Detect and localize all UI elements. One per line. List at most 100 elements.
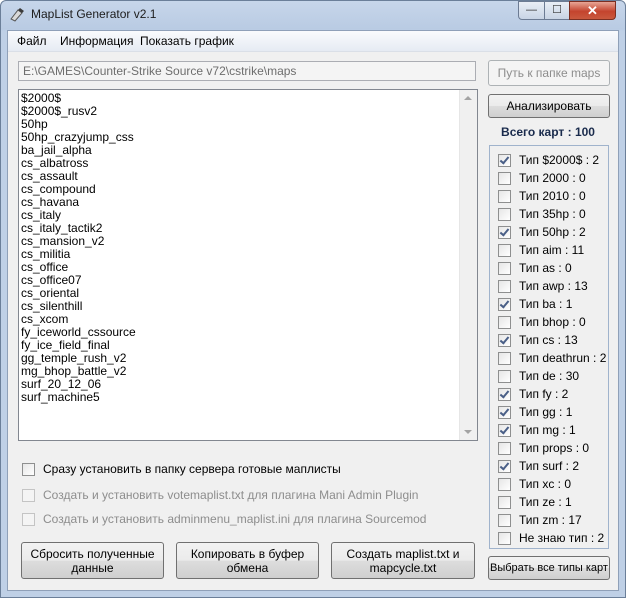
checkbox[interactable] xyxy=(498,225,511,239)
option-install-to-server[interactable]: Сразу установить в папку сервера готовые… xyxy=(22,462,341,476)
menu-file[interactable]: Файл xyxy=(17,34,47,48)
select-all-types-button[interactable]: Выбрать все типы карт xyxy=(488,556,610,580)
checkbox[interactable] xyxy=(498,279,511,293)
checkbox[interactable] xyxy=(498,261,511,275)
checkbox[interactable] xyxy=(498,171,511,185)
close-button[interactable]: ✕ xyxy=(569,1,616,20)
checkbox[interactable] xyxy=(498,369,511,383)
maps-path-field[interactable]: E:\GAMES\Counter-Strike Source v72\cstri… xyxy=(18,61,476,81)
analyze-button[interactable]: Анализировать xyxy=(488,94,610,118)
reset-button[interactable]: Сбросить полученные данные xyxy=(21,542,164,579)
checkbox[interactable] xyxy=(22,512,35,526)
checkbox[interactable] xyxy=(498,513,511,527)
type-checkbox-row[interactable]: Тип bhop : 0 xyxy=(498,315,586,329)
menu-show-chart[interactable]: Показать график xyxy=(140,34,234,48)
maximize-button[interactable]: ☐ xyxy=(544,1,570,20)
type-label: Тип ba : 1 xyxy=(519,297,573,311)
type-checkbox-row[interactable]: Тип ba : 1 xyxy=(498,297,572,311)
type-label: Тип 2000 : 0 xyxy=(519,171,586,185)
type-checkbox-row[interactable]: Тип surf : 2 xyxy=(498,459,579,473)
type-checkbox-row[interactable]: Тип ze : 1 xyxy=(498,495,572,509)
type-checkbox-row[interactable]: Тип 50hp : 2 xyxy=(498,225,586,239)
option-adminmenu-maplist[interactable]: Создать и установить adminmenu_maplist.i… xyxy=(22,512,426,526)
app-window: MapList Generator v2.1 — ☐ ✕ Файл Информ… xyxy=(0,0,626,598)
checkbox[interactable] xyxy=(498,423,511,437)
type-checkbox-row[interactable]: Тип as : 0 xyxy=(498,261,572,275)
checkbox[interactable] xyxy=(498,405,511,419)
type-label: Тип deathrun : 2 xyxy=(519,351,607,365)
list-item[interactable]: cs_mansion_v2 xyxy=(21,235,459,248)
type-label: Тип gg : 1 xyxy=(519,405,573,419)
type-checkbox-row[interactable]: Тип mg : 1 xyxy=(498,423,576,437)
checkbox[interactable] xyxy=(22,462,35,476)
scroll-up-icon[interactable] xyxy=(464,96,472,100)
checkbox[interactable] xyxy=(498,459,511,473)
type-checkbox-row[interactable]: Тип aim : 11 xyxy=(498,243,584,257)
checkbox[interactable] xyxy=(498,315,511,329)
type-label: Тип surf : 2 xyxy=(519,459,580,473)
type-label: Тип props : 0 xyxy=(519,441,590,455)
list-item[interactable]: cs_oriental xyxy=(21,287,459,300)
type-checkbox-row[interactable]: Тип $2000$ : 2 xyxy=(498,153,599,167)
type-checkbox-row[interactable]: Тип fy : 2 xyxy=(498,387,568,401)
type-checkbox-row[interactable]: Тип zm : 17 xyxy=(498,513,582,527)
checkbox[interactable] xyxy=(498,531,511,545)
type-checkbox-row[interactable]: Тип cs : 13 xyxy=(498,333,578,347)
type-label: Тип 2010 : 0 xyxy=(519,189,586,203)
checkbox[interactable] xyxy=(498,495,511,509)
list-item[interactable]: surf_machine5 xyxy=(21,391,459,404)
type-label: Тип bhop : 0 xyxy=(519,315,586,329)
type-checkbox-row[interactable]: Тип 2010 : 0 xyxy=(498,189,586,203)
type-checkbox-row[interactable]: Тип de : 30 xyxy=(498,369,579,383)
type-label: Тип $2000$ : 2 xyxy=(519,153,600,167)
checkbox[interactable] xyxy=(498,297,511,311)
checkbox[interactable] xyxy=(498,351,511,365)
checkbox[interactable] xyxy=(498,153,511,167)
type-label: Тип fy : 2 xyxy=(519,387,569,401)
checkbox[interactable] xyxy=(498,477,511,491)
list-item[interactable]: cs_office07 xyxy=(21,274,459,287)
list-item[interactable]: cs_office xyxy=(21,261,459,274)
type-checkbox-row[interactable]: Тип gg : 1 xyxy=(498,405,572,419)
type-checkbox-row[interactable]: Не знаю тип : 2 xyxy=(498,531,604,545)
checkbox[interactable] xyxy=(498,333,511,347)
checkbox[interactable] xyxy=(498,387,511,401)
total-maps-count: Всего карт : 100 xyxy=(501,125,595,139)
type-label: Тип 50hp : 2 xyxy=(519,225,586,239)
type-label: Тип zm : 17 xyxy=(519,513,582,527)
window-title: MapList Generator v2.1 xyxy=(31,7,157,21)
checkbox[interactable] xyxy=(498,243,511,257)
type-label: Тип as : 0 xyxy=(519,261,572,275)
type-checkbox-row[interactable]: Тип 35hp : 0 xyxy=(498,207,586,221)
type-label: Тип ze : 1 xyxy=(519,495,572,509)
list-item[interactable]: cs_militia xyxy=(21,248,459,261)
list-item[interactable]: $2000$_rusv2 xyxy=(21,105,459,118)
type-checkbox-row[interactable]: Тип deathrun : 2 xyxy=(498,351,606,365)
vertical-scrollbar[interactable] xyxy=(459,90,477,440)
list-item[interactable]: cs_silenthill xyxy=(21,300,459,313)
scroll-down-icon[interactable] xyxy=(464,430,472,434)
type-label: Тип awp : 13 xyxy=(519,279,588,293)
checkbox[interactable] xyxy=(498,441,511,455)
list-item[interactable]: cs_compound xyxy=(21,183,459,196)
list-item[interactable]: cs_albatross xyxy=(21,157,459,170)
type-checkbox-row[interactable]: Тип awp : 13 xyxy=(498,279,588,293)
checkbox[interactable] xyxy=(498,189,511,203)
maps-list[interactable]: $2000$ $2000$_rusv2 50hp 50hp_crazyjump_css… xyxy=(18,89,478,441)
checkbox[interactable] xyxy=(498,207,511,221)
type-label: Тип aim : 11 xyxy=(519,243,585,257)
list-item[interactable]: cs_havana xyxy=(21,196,459,209)
create-maplist-button[interactable]: Создать maplist.txt и mapcycle.txt xyxy=(331,542,475,579)
option-label: Создать и установить votemaplist.txt для… xyxy=(43,488,419,502)
type-checkbox-row[interactable]: Тип 2000 : 0 xyxy=(498,171,586,185)
type-checkbox-row[interactable]: Тип xc : 0 xyxy=(498,477,571,491)
menu-info[interactable]: Информация xyxy=(60,34,133,48)
title-bar[interactable]: MapList Generator v2.1 — ☐ ✕ xyxy=(1,1,625,29)
type-checkbox-row[interactable]: Тип props : 0 xyxy=(498,441,589,455)
maps-folder-button[interactable]: Путь к папке maps xyxy=(488,60,610,86)
minimize-button[interactable]: — xyxy=(518,1,545,20)
option-label: Создать и установить adminmenu_maplist.i… xyxy=(43,512,427,526)
checkbox[interactable] xyxy=(22,488,35,502)
option-votemaplist[interactable]: Создать и установить votemaplist.txt для… xyxy=(22,488,418,502)
copy-to-clipboard-button[interactable]: Копировать в буфер обмена xyxy=(176,542,319,579)
